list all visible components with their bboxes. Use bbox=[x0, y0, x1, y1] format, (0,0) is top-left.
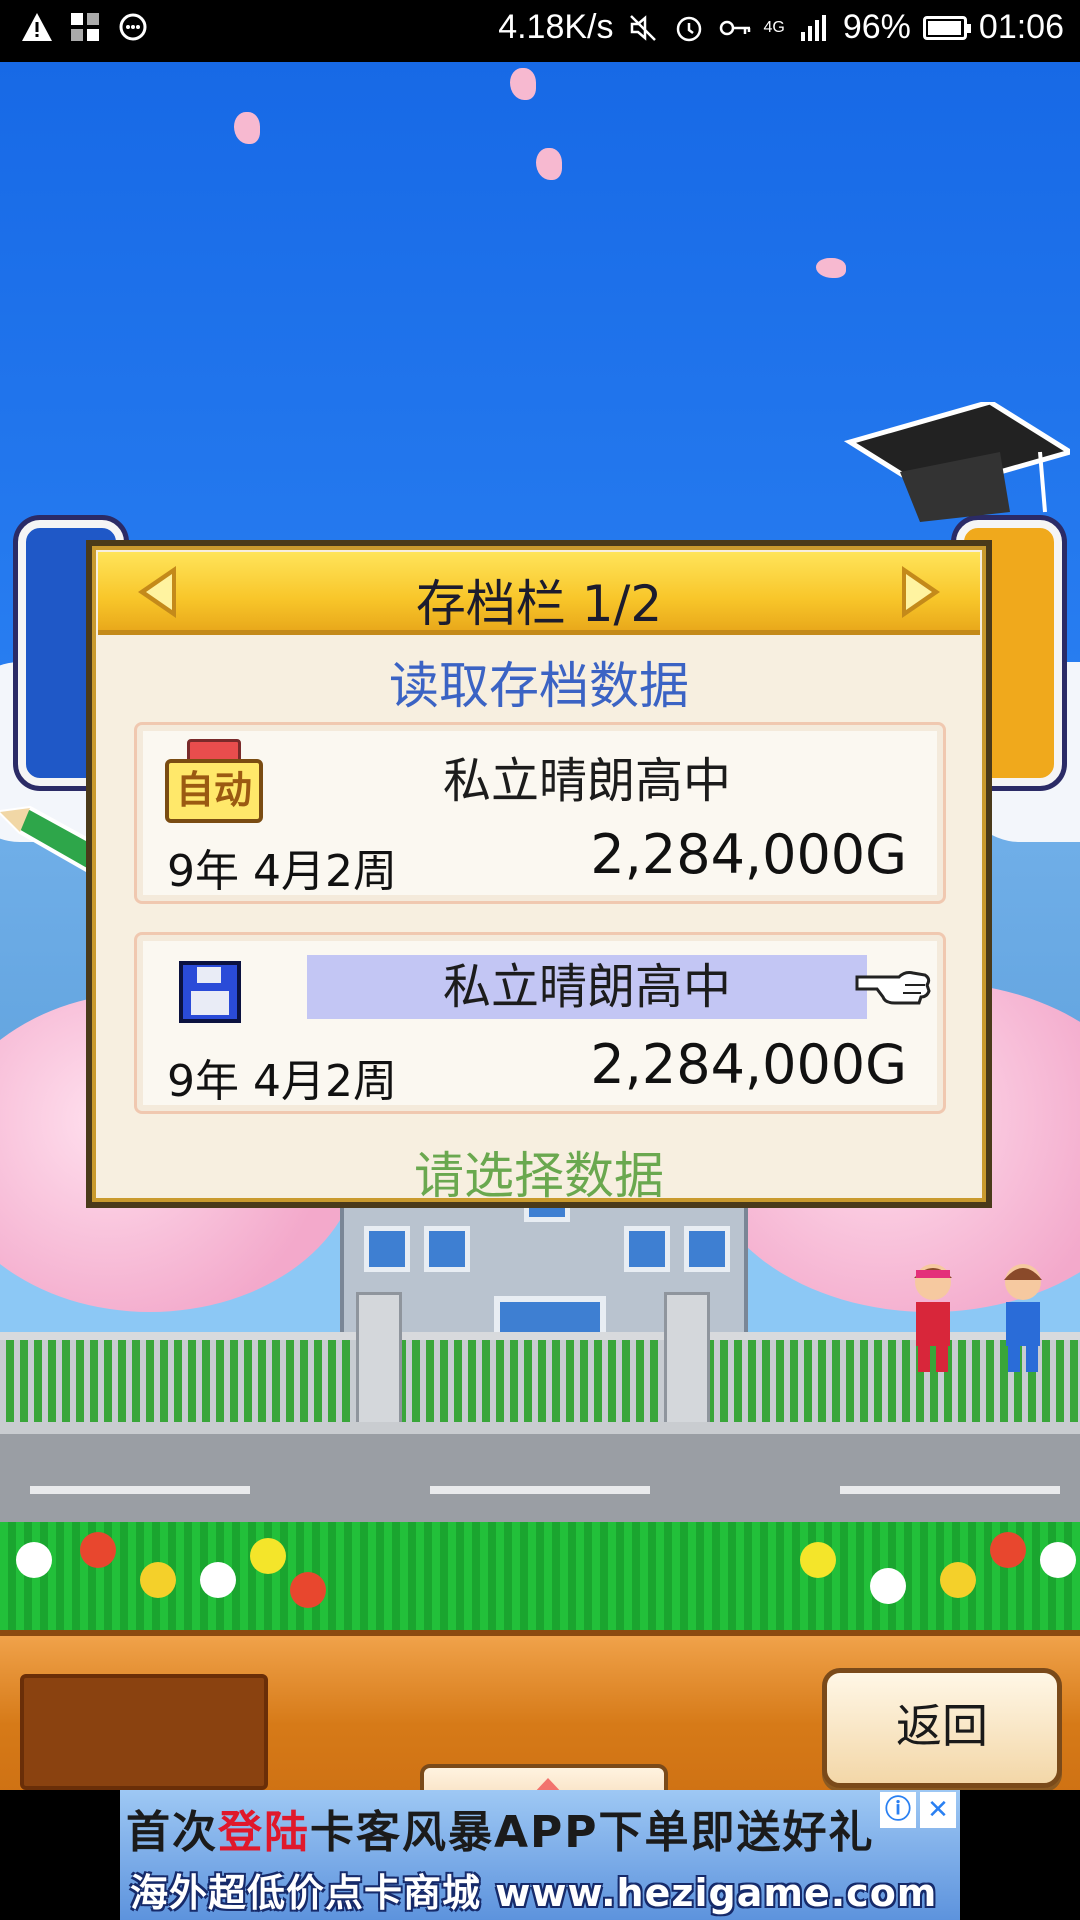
slot-money: 2,284,000G bbox=[590, 1033, 907, 1096]
battery-icon bbox=[922, 15, 971, 40]
alarm-icon bbox=[672, 11, 706, 45]
auto-save-label: 自动 bbox=[165, 759, 263, 823]
road bbox=[0, 1422, 1080, 1534]
mute-icon bbox=[626, 11, 660, 45]
petal-decoration bbox=[816, 258, 846, 278]
game-scene: 存档栏 1/2 读取存档数据 自动 私立晴朗高中 9年 4月2周 2,284,0… bbox=[0, 62, 1080, 1790]
ad-info-icon[interactable]: ⓘ bbox=[880, 1792, 916, 1828]
ad-headline: 首次登陆卡客风暴APP下单即送好礼 bbox=[126, 1796, 875, 1860]
network-type: 4G bbox=[763, 18, 785, 36]
petal-decoration bbox=[234, 112, 260, 144]
dialog-subtitle: 读取存档数据 bbox=[389, 657, 689, 715]
slot-money: 2,284,000G bbox=[590, 823, 907, 886]
graduation-cap-icon bbox=[843, 402, 1070, 522]
status-bar: 4.18K/s 4G 96% 01:06 bbox=[0, 0, 1080, 62]
auto-save-icon: 自动 bbox=[165, 739, 263, 823]
ad-area: 首次登陆卡客风暴APP下单即送好礼 海外超低价点卡商城 www.hezigame… bbox=[0, 1790, 1080, 1920]
ad-headline-rest: 卡客风暴APP下单即送好礼 bbox=[310, 1807, 875, 1858]
gate-pillar bbox=[664, 1292, 710, 1428]
slot-date: 9年 4月2周 bbox=[167, 1056, 397, 1107]
flower-bed bbox=[0, 1522, 1080, 1632]
network-speed: 4.18K/s bbox=[498, 8, 614, 46]
app-grid-icon bbox=[68, 10, 102, 44]
dialog-header: 存档栏 1/2 bbox=[98, 552, 980, 635]
ad-close-icon[interactable]: ✕ bbox=[920, 1792, 956, 1828]
slot-date: 9年 4月2周 bbox=[167, 846, 397, 897]
student-character-boy bbox=[1004, 1264, 1042, 1372]
ad-headline-highlight: 登陆 bbox=[218, 1807, 310, 1858]
petal-decoration bbox=[536, 148, 562, 180]
bottom-control-panel: 返回 bbox=[0, 1630, 1080, 1790]
pointing-hand-icon bbox=[855, 971, 931, 1005]
up-triangle-icon bbox=[516, 1778, 580, 1790]
chat-bubble-icon bbox=[116, 10, 150, 44]
gate-pillar bbox=[356, 1292, 402, 1428]
back-button[interactable]: 返回 bbox=[822, 1668, 1062, 1788]
key-icon bbox=[718, 11, 752, 45]
info-box bbox=[20, 1674, 268, 1790]
next-page-arrow-icon[interactable] bbox=[902, 566, 940, 618]
save-slot-1[interactable]: 私立晴朗高中 9年 4月2周 2,284,000G bbox=[134, 932, 946, 1114]
floppy-disk-icon bbox=[179, 961, 241, 1023]
student-character-girl bbox=[914, 1264, 952, 1372]
petal-decoration bbox=[510, 68, 536, 100]
dialog-title: 存档栏 1/2 bbox=[415, 575, 663, 633]
warning-icon bbox=[20, 10, 54, 44]
slot-school-name: 私立晴朗高中 bbox=[442, 753, 731, 809]
save-data-dialog: 存档栏 1/2 读取存档数据 自动 私立晴朗高中 9年 4月2周 2,284,0… bbox=[86, 540, 992, 1208]
ad-subline: 海外超低价点卡商城 www.hezigame.com bbox=[130, 1871, 938, 1915]
scroll-up-button[interactable] bbox=[420, 1764, 668, 1790]
signal-icon bbox=[797, 11, 831, 45]
ad-headline-prefix: 首次 bbox=[126, 1807, 218, 1858]
slot-school-name-selected: 私立晴朗高中 bbox=[307, 955, 867, 1019]
dialog-footer-prompt: 请选择数据 bbox=[414, 1147, 664, 1205]
battery-percent: 96% bbox=[842, 8, 911, 46]
ad-banner[interactable]: 首次登陆卡客风暴APP下单即送好礼 海外超低价点卡商城 www.hezigame… bbox=[120, 1790, 960, 1920]
clock: 01:06 bbox=[978, 8, 1064, 46]
save-slot-auto[interactable]: 自动 私立晴朗高中 9年 4月2周 2,284,000G bbox=[134, 722, 946, 904]
